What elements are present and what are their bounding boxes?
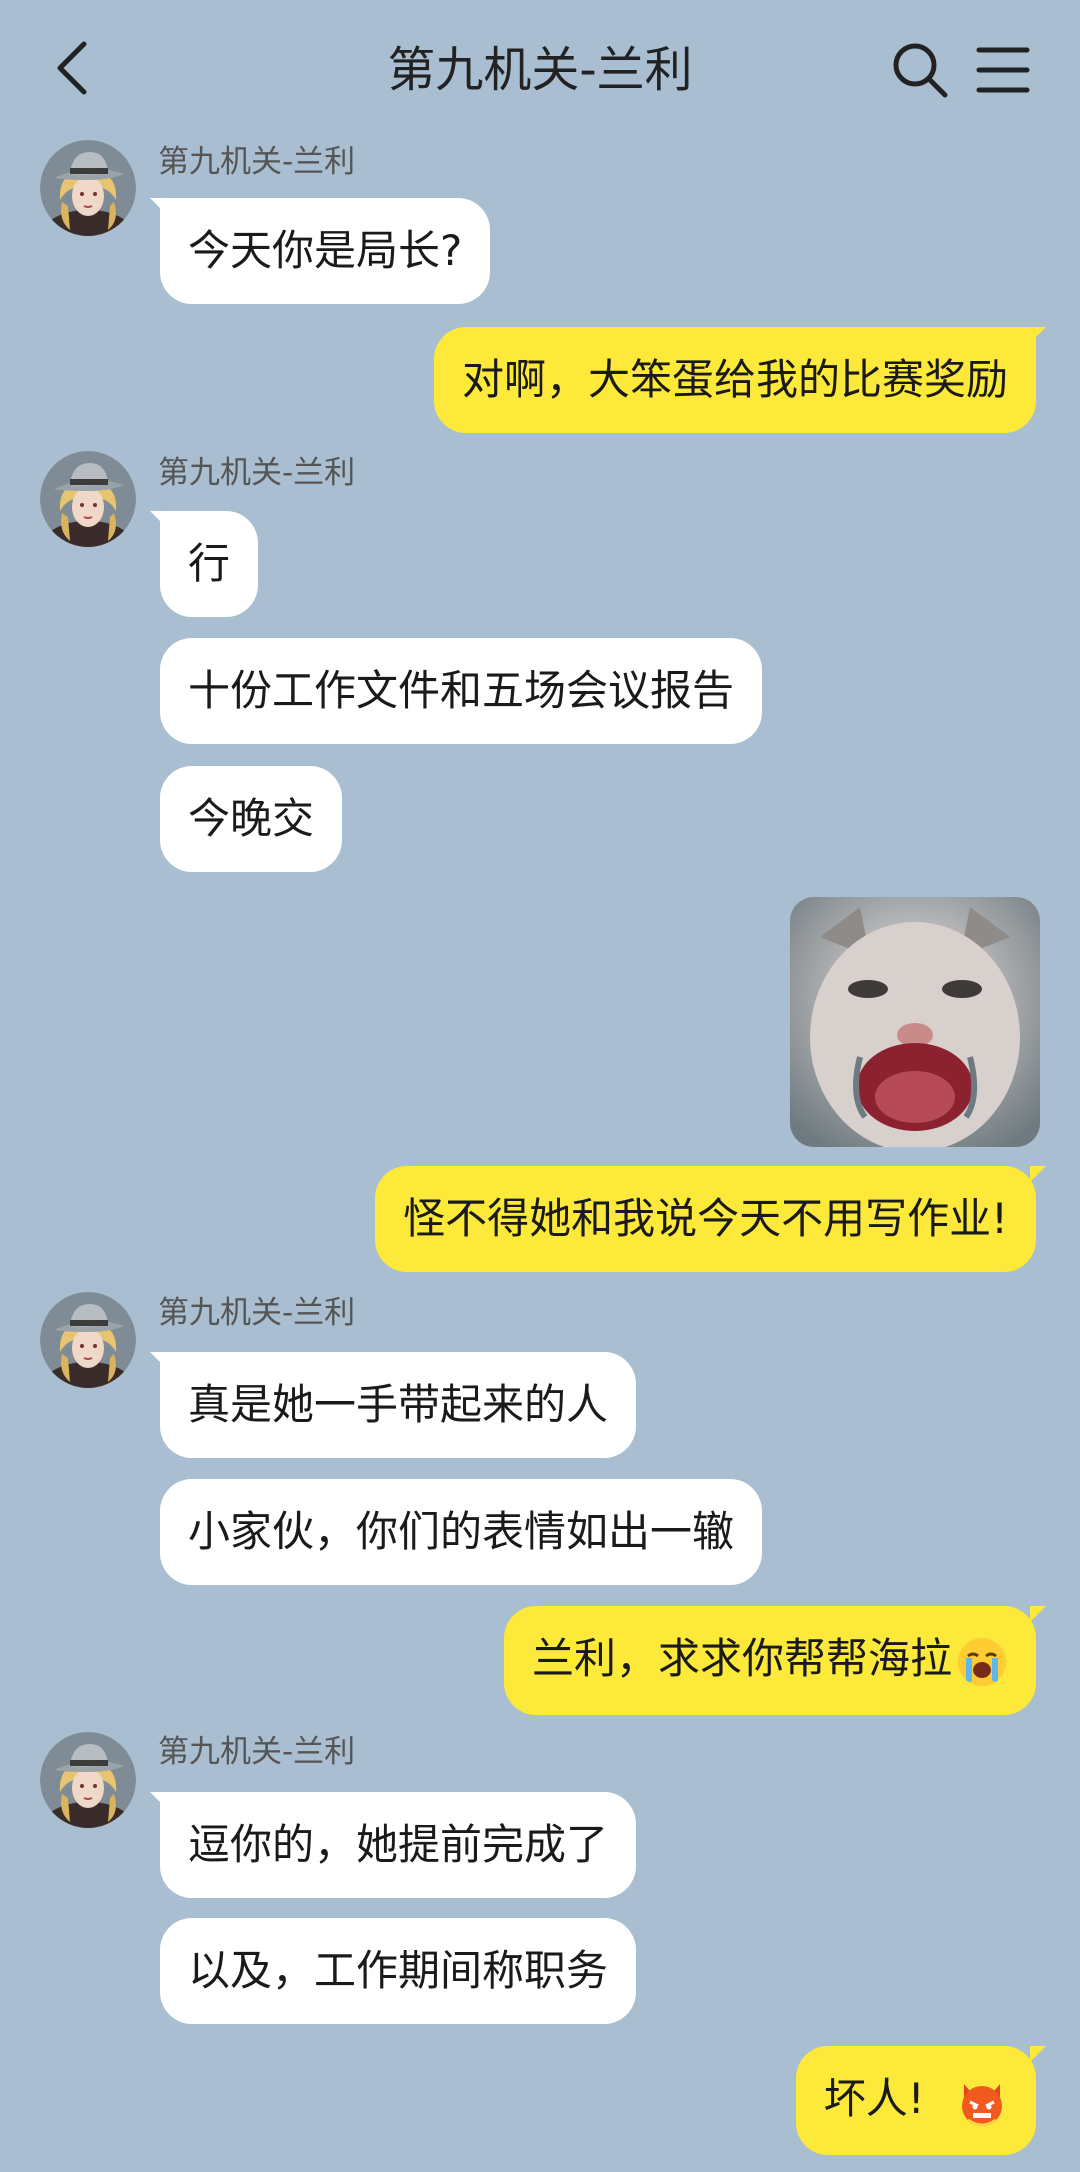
message-bubble-incoming[interactable]: 今天你是局长? [149, 198, 491, 304]
avatar[interactable] [40, 1732, 136, 1828]
message-text: 兰利，求求你帮帮海拉 [531, 1634, 952, 1683]
sender-name: 第九机关-兰利 [158, 455, 356, 491]
avatar[interactable] [40, 1292, 136, 1388]
message-text: 坏人! [823, 2074, 925, 2123]
avatar[interactable] [40, 451, 136, 547]
search-icon[interactable] [890, 40, 950, 100]
message-bubble-outgoing[interactable]: 兰利，求求你帮帮海拉 [503, 1606, 1047, 1715]
hamburger-menu-icon[interactable] [975, 44, 1031, 96]
message-bubble-incoming[interactable]: 逗你的，她提前完成了 [149, 1792, 637, 1898]
message-bubble-outgoing[interactable]: 坏人! [795, 2046, 1047, 2155]
message-bubble-incoming[interactable]: 以及，工作期间称职务 [160, 1918, 637, 2024]
sender-name: 第九机关-兰利 [158, 1295, 356, 1331]
message-bubble-incoming[interactable]: 行 [149, 511, 259, 617]
message-bubble-outgoing[interactable]: 怪不得她和我说今天不用写作业! [375, 1166, 1046, 1272]
message-bubble-incoming[interactable]: 小家伙，你们的表情如出一辙 [160, 1479, 763, 1585]
sender-name: 第九机关-兰利 [158, 1734, 356, 1770]
loudly-crying-emoji-icon [958, 1637, 1006, 1686]
crying-cat-sticker[interactable] [790, 897, 1040, 1147]
message-bubble-outgoing[interactable]: 对啊，大笨蛋给我的比赛奖励 [433, 327, 1047, 433]
avatar[interactable] [40, 140, 136, 236]
message-bubble-incoming[interactable]: 十份工作文件和五场会议报告 [160, 638, 763, 744]
angry-devil-emoji-icon [962, 2083, 1002, 2126]
message-bubble-incoming[interactable]: 今晚交 [160, 766, 343, 872]
top-bar: 第九机关-兰利 [0, 0, 1080, 140]
message-bubble-incoming[interactable]: 真是她一手带起来的人 [149, 1352, 637, 1458]
sender-name: 第九机关-兰利 [158, 144, 356, 180]
